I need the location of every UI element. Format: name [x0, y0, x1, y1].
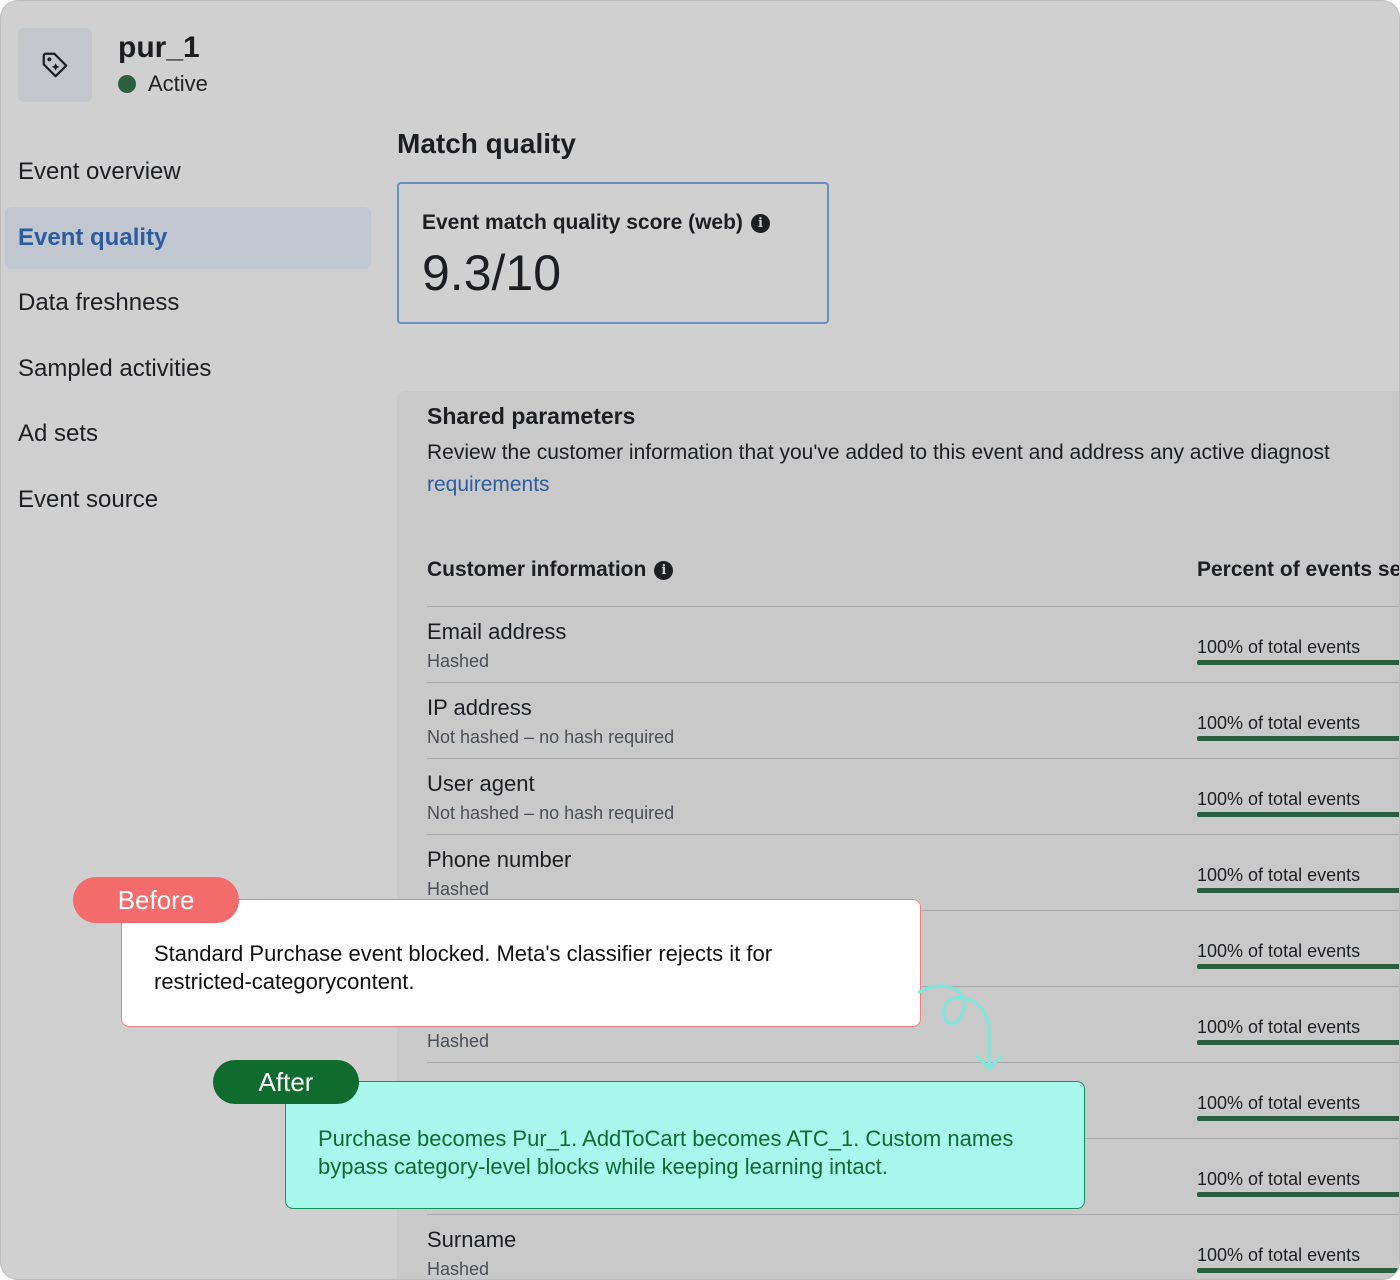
parameter-name: Phone number [427, 847, 572, 872]
score-value: 9.3/10 [422, 245, 562, 301]
percent-of-events: 100% of total events [1197, 1093, 1361, 1113]
percent-progress-bar [1197, 812, 1399, 817]
parameter-name: User agent [427, 771, 535, 796]
requirements-link[interactable]: requirements [427, 473, 550, 497]
parameter-name: Surname [427, 1227, 517, 1252]
percent-progress-bar [1197, 888, 1399, 893]
parameter-hash-status: Hashed [427, 879, 490, 899]
after-badge: After [213, 1060, 359, 1104]
parameter-hash-status: Not hashed – no hash required [427, 803, 675, 823]
parameter-name: IP address [427, 695, 532, 720]
sidebar-item-ad-sets[interactable]: Ad sets [5, 403, 371, 465]
event-detail-window: pur_1 Active Event overview Event qualit… [0, 0, 1400, 1280]
percent-of-events: 100% of total events [1197, 1169, 1361, 1189]
percent-of-events-header: Percent of events se [1197, 558, 1400, 581]
curly-arrow-icon [917, 984, 1003, 1071]
sidebar-item-event-source[interactable]: Event source [5, 469, 371, 531]
status-dot-icon [118, 75, 136, 93]
sidebar-item-event-overview[interactable]: Event overview [5, 141, 371, 203]
status-text: Active [148, 71, 208, 96]
before-callout-text: Standard Purchase event blocked. Meta's … [154, 941, 773, 994]
customer-information-label: Customer information [427, 558, 647, 581]
percent-progress-bar [1197, 1116, 1399, 1121]
shared-parameters-title: Shared parameters [427, 403, 636, 429]
percent-of-events: 100% of total events [1197, 1245, 1361, 1265]
sidebar-item-event-quality[interactable]: Event quality [5, 207, 371, 269]
table-row: IP address Not hashed – no hash required 1… [427, 683, 1399, 759]
table-row: User agent Not hashed – no hash required 1… [427, 759, 1399, 835]
tag-icon [42, 52, 68, 78]
percent-progress-bar [1197, 1040, 1399, 1045]
customer-information-header: Customer information i [427, 558, 674, 582]
score-label-row: Event match quality score (web) i [422, 211, 770, 235]
shared-parameters-description: Review the customer information that you… [427, 441, 1330, 464]
percent-of-events: 100% of total events [1197, 713, 1361, 733]
percent-progress-bar [1197, 964, 1399, 969]
sidebar-item-data-freshness[interactable]: Data freshness [5, 272, 371, 334]
event-name: pur_1 [118, 31, 200, 64]
event-icon-tile [18, 28, 92, 102]
parameter-hash-status: Hashed [427, 1031, 490, 1051]
info-icon[interactable]: i [750, 213, 770, 233]
match-quality-score-card: Event match quality score (web) i 9.3/10 [397, 182, 829, 324]
table-row: Email address Hashed 100% of total events [427, 607, 1399, 683]
percent-progress-bar [1197, 1268, 1399, 1273]
before-callout: Standard Purchase event blocked. Meta's … [121, 899, 921, 1027]
percent-of-events: 100% of total events [1197, 637, 1361, 657]
parameter-hash-status: Not hashed – no hash required [427, 727, 675, 747]
percent-of-events: 100% of total events [1197, 941, 1361, 961]
percent-of-events: 100% of total events [1197, 789, 1361, 809]
after-callout-text: Purchase becomes Pur_1. AddToCart become… [318, 1126, 1014, 1179]
score-label: Event match quality score (web) [422, 211, 743, 234]
status-row: Active [118, 71, 208, 97]
parameter-hash-status: Hashed [427, 1259, 490, 1279]
parameter-name: Email address [427, 619, 567, 644]
percent-progress-bar [1197, 736, 1399, 741]
percent-of-events: 100% of total events [1197, 865, 1361, 885]
sidebar-item-sampled-activities[interactable]: Sampled activities [5, 338, 371, 400]
match-quality-title: Match quality [397, 128, 576, 159]
info-icon[interactable]: i [654, 560, 674, 580]
percent-progress-bar [1197, 1192, 1399, 1197]
parameter-hash-status: Hashed [427, 651, 490, 671]
percent-progress-bar [1197, 660, 1399, 665]
after-callout: Purchase becomes Pur_1. AddToCart become… [285, 1081, 1085, 1209]
percent-of-events: 100% of total events [1197, 1017, 1361, 1037]
table-row: Surname Hashed 100% of total events [427, 1215, 1399, 1279]
before-badge: Before [73, 877, 239, 923]
